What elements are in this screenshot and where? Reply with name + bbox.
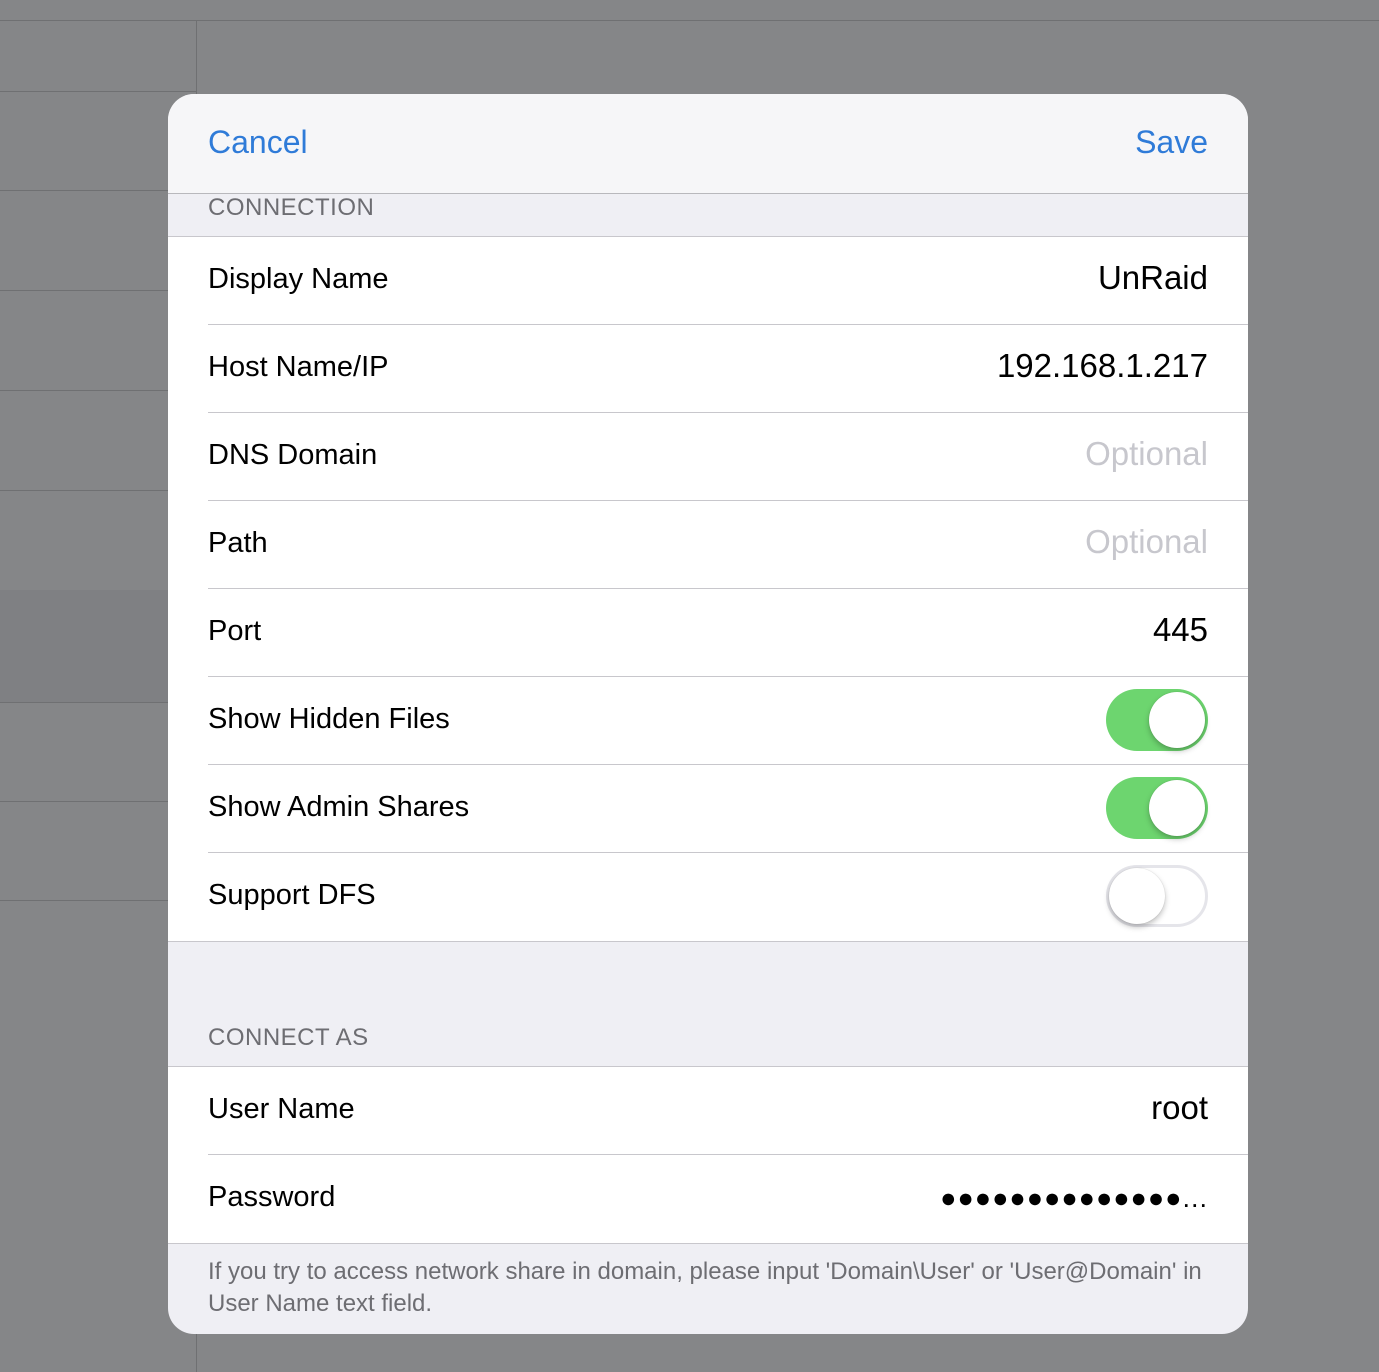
user-name-row[interactable]: User Name root [208,1067,1248,1155]
support-dfs-label: Support DFS [208,879,376,911]
background-sidebar-cell [0,91,196,191]
host-label: Host Name/IP [208,351,389,383]
show-hidden-files-row: Show Hidden Files [208,677,1248,765]
connection-group: Display Name UnRaid Host Name/IP 192.168… [168,236,1248,942]
toggle-knob [1149,780,1205,836]
password-label: Password [208,1181,336,1213]
save-button[interactable]: Save [1135,124,1208,161]
support-dfs-toggle[interactable] [1106,865,1208,927]
background-sidebar-cell [0,702,196,802]
background-sidebar-cell [0,190,196,291]
host-row[interactable]: Host Name/IP 192.168.1.217 [208,325,1248,413]
background-sidebar-cell [0,490,196,591]
toggle-knob [1149,692,1205,748]
display-name-label: Display Name [208,263,389,295]
background-sidebar-cell [0,21,196,92]
path-label: Path [208,527,268,559]
user-name-field[interactable]: root [1151,1089,1208,1127]
domain-help-text: If you try to access network share in do… [208,1258,1202,1317]
password-row[interactable]: Password ●●●●●●●●●●●●●●... [208,1155,1248,1243]
port-field[interactable]: 445 [1153,611,1208,649]
toggle-knob [1109,868,1165,924]
show-admin-shares-row: Show Admin Shares [208,765,1248,853]
background-sidebar-cell [0,390,196,491]
background-sidebar-cell [0,290,196,391]
path-row[interactable]: Path Optional [208,501,1248,589]
background-sidebar-cell [0,590,196,703]
connect-as-group: User Name root Password ●●●●●●●●●●●●●●..… [168,1066,1248,1244]
show-admin-shares-label: Show Admin Shares [208,791,470,823]
port-label: Port [208,615,262,647]
display-name-field[interactable]: UnRaid [1098,259,1208,297]
show-hidden-files-toggle[interactable] [1106,689,1208,751]
dns-domain-field[interactable]: Optional [1085,435,1208,473]
host-field[interactable]: 192.168.1.217 [997,347,1208,385]
connect-as-section-header: CONNECT AS [208,1024,369,1051]
modal-navbar: Cancel Save [168,94,1248,194]
dns-domain-row[interactable]: DNS Domain Optional [208,413,1248,501]
user-name-label: User Name [208,1093,355,1125]
display-name-row[interactable]: Display Name UnRaid [208,237,1248,325]
support-dfs-row: Support DFS [208,853,1248,941]
show-hidden-files-label: Show Hidden Files [208,703,450,735]
server-settings-modal: Cancel Save CONNECTION Display Name UnRa… [168,94,1248,1334]
connection-section-header: CONNECTION [208,194,375,221]
port-row[interactable]: Port 445 [208,589,1248,677]
background-top-bar [0,0,1379,21]
path-field[interactable]: Optional [1085,523,1208,561]
dns-domain-label: DNS Domain [208,439,378,471]
cancel-button[interactable]: Cancel [208,124,308,161]
password-field[interactable]: ●●●●●●●●●●●●●●... [940,1183,1208,1214]
show-admin-shares-toggle[interactable] [1106,777,1208,839]
background-sidebar-cell [0,801,196,901]
